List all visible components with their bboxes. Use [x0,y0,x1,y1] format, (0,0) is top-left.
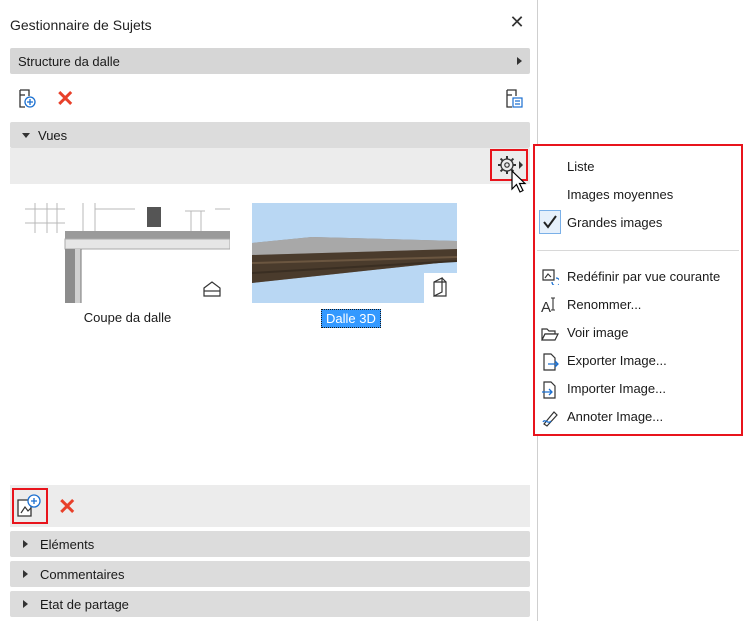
menu-item-annotate-image[interactable]: Annoter Image... [567,409,663,424]
menu-item-medium-images[interactable]: Images moyennes [567,187,673,202]
export-image-icon [543,353,559,371]
menu-item-redefine[interactable]: Redéfinir par vue courante [567,269,720,284]
topic-manager-panel: Gestionnaire de Sujets ✕ Structure da da… [0,0,538,621]
open-folder-icon [541,328,559,341]
new-topic-icon [19,89,36,108]
svg-text:A: A [541,299,551,314]
delete-topic-button[interactable]: ✕ [56,88,74,110]
section-label-elements: Eléments [40,537,95,552]
section-label-sharing: Etat de partage [40,597,129,612]
views-toolbar [10,148,530,184]
section-header-views[interactable]: Vues [10,122,530,148]
annotate-icon [542,411,558,427]
topic-selector[interactable]: Structure da dalle [10,48,530,74]
mouse-cursor-icon [511,170,527,193]
redefine-view-icon [542,269,559,285]
checkmark-icon [539,210,561,234]
chevron-right-icon [23,540,28,548]
view-thumbnail-section[interactable] [25,203,231,303]
3d-view-image [251,203,458,303]
menu-separator [537,250,739,251]
section-header-comments[interactable]: Commentaires [10,561,530,587]
section-header-sharing[interactable]: Etat de partage [10,591,530,617]
delete-view-button[interactable]: ✕ [58,496,76,518]
views-bottom-toolbar [10,485,530,527]
chevron-right-icon [23,570,28,578]
rename-icon: A [541,297,555,314]
menu-item-view-image[interactable]: Voir image [567,325,628,340]
close-button[interactable]: ✕ [507,12,527,32]
new-topic-button[interactable] [16,88,38,110]
section-label-comments: Commentaires [40,567,125,582]
menu-item-import-image[interactable]: Importer Image... [567,381,666,396]
3d-view-icon [433,277,447,297]
import-image-icon [542,381,556,399]
menu-item-export-image[interactable]: Exporter Image... [567,353,667,368]
topic-selector-value: Structure da dalle [18,54,120,69]
new-view-button[interactable] [12,488,48,524]
menu-item-large-images[interactable]: Grandes images [567,215,662,230]
section-view-icon [203,281,221,297]
view-label-section[interactable]: Coupe da dalle [25,310,230,325]
menu-item-list[interactable]: Liste [567,159,594,174]
window-title: Gestionnaire de Sujets [10,17,152,33]
new-view-icon [17,494,41,517]
section-view-image [25,203,231,303]
view-label-3d[interactable]: Dalle 3D [321,309,381,328]
chevron-right-icon [23,600,28,608]
chevron-down-icon [22,133,30,138]
section-header-elements[interactable]: Eléments [10,531,530,557]
menu-item-rename[interactable]: Renommer... [567,297,641,312]
view-options-menu: Liste Images moyennes Grandes images Red… [533,144,743,436]
chevron-right-icon [517,57,522,65]
section-label-views: Vues [38,128,68,143]
topic-list-button[interactable] [503,88,525,110]
topic-list-icon [506,89,523,108]
view-thumbnail-3d[interactable] [251,203,458,303]
